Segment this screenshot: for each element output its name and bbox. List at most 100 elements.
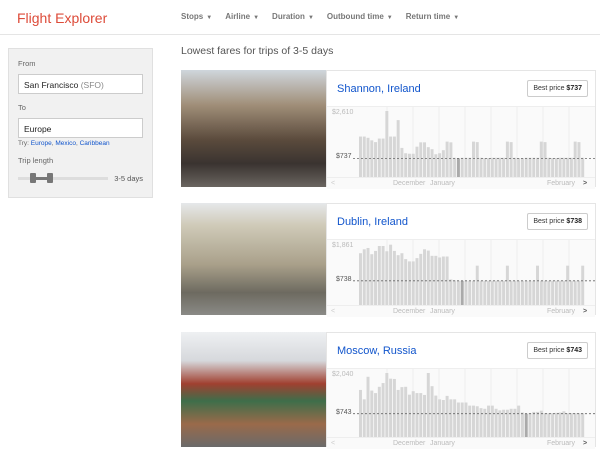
price-bar[interactable] xyxy=(426,250,430,305)
price-bar[interactable] xyxy=(411,391,415,437)
chevron-right-icon[interactable]: > xyxy=(583,180,587,187)
price-bar[interactable] xyxy=(494,280,498,305)
price-bar[interactable] xyxy=(483,408,487,437)
filter-airline[interactable]: Airline ▼ xyxy=(225,12,259,21)
price-bar[interactable] xyxy=(404,259,408,305)
price-bar[interactable] xyxy=(430,386,434,437)
result-card[interactable]: Moscow, Russia Best price $743 $2,040 $7… xyxy=(181,332,596,449)
result-card[interactable]: Dublin, Ireland Best price $738 $1,861 $… xyxy=(181,203,596,317)
price-bar[interactable] xyxy=(520,412,524,437)
price-bar[interactable] xyxy=(389,378,393,437)
price-bar[interactable] xyxy=(449,279,453,305)
price-bar[interactable] xyxy=(528,413,532,437)
best-price-button[interactable]: Best price $737 xyxy=(527,80,588,97)
price-bar[interactable] xyxy=(404,386,408,437)
price-bar[interactable] xyxy=(551,413,555,437)
price-bar[interactable] xyxy=(374,393,378,437)
price-bar[interactable] xyxy=(577,413,581,437)
price-bar[interactable] xyxy=(509,280,513,305)
destination-link[interactable]: Shannon, Ireland xyxy=(337,83,421,95)
price-bar[interactable] xyxy=(494,408,498,437)
price-bar[interactable] xyxy=(539,410,543,437)
price-bar[interactable] xyxy=(498,410,502,437)
price-bar[interactable] xyxy=(475,406,479,437)
price-bar[interactable] xyxy=(377,245,381,305)
price-bar[interactable] xyxy=(366,376,370,437)
price-bar[interactable] xyxy=(472,405,475,437)
price-bar[interactable] xyxy=(441,150,445,177)
price-bar[interactable] xyxy=(445,395,449,437)
price-bar[interactable] xyxy=(524,280,528,305)
price-bar[interactable] xyxy=(558,412,562,437)
price-bar[interactable] xyxy=(370,254,374,305)
price-bar[interactable] xyxy=(385,373,389,437)
price-bar[interactable] xyxy=(415,393,419,437)
price-bar[interactable] xyxy=(487,405,491,437)
try-link-mexico[interactable]: Mexico xyxy=(55,140,76,147)
price-bar[interactable] xyxy=(423,142,426,177)
price-bar[interactable] xyxy=(445,141,449,177)
price-bar[interactable] xyxy=(456,402,460,437)
price-bar[interactable] xyxy=(551,158,555,177)
slider-handle-max[interactable] xyxy=(47,173,53,183)
price-bar[interactable] xyxy=(362,249,366,305)
price-bar[interactable] xyxy=(479,408,483,437)
price-bar[interactable] xyxy=(498,157,502,177)
price-bar[interactable] xyxy=(453,280,457,305)
chevron-left-icon[interactable]: < xyxy=(331,308,335,315)
price-bar[interactable] xyxy=(464,280,468,305)
price-bar[interactable] xyxy=(374,250,378,305)
price-bar[interactable] xyxy=(389,244,393,305)
price-bar[interactable] xyxy=(566,413,570,437)
price-bar[interactable] xyxy=(517,405,521,437)
price-bar[interactable] xyxy=(558,157,562,177)
price-bar[interactable] xyxy=(543,280,547,305)
price-bar[interactable] xyxy=(577,142,581,177)
price-bar[interactable] xyxy=(524,157,528,177)
price-bar[interactable] xyxy=(460,280,464,305)
price-bar[interactable] xyxy=(547,157,551,177)
price-bar[interactable] xyxy=(362,136,366,177)
try-link-caribbean[interactable]: Caribbean xyxy=(80,140,110,147)
price-bar[interactable] xyxy=(407,394,411,437)
price-bar[interactable] xyxy=(475,265,479,305)
price-bar[interactable] xyxy=(419,253,423,305)
price-bar[interactable] xyxy=(483,158,487,177)
price-bar[interactable] xyxy=(411,261,415,305)
price-bar[interactable] xyxy=(438,399,442,437)
price-bar[interactable] xyxy=(566,157,570,177)
price-bar[interactable] xyxy=(490,157,494,177)
price-bar[interactable] xyxy=(464,402,468,437)
price-bar[interactable] xyxy=(400,387,404,437)
price-bar[interactable] xyxy=(502,280,506,305)
price-bar[interactable] xyxy=(509,142,513,177)
chevron-right-icon[interactable]: > xyxy=(583,440,587,447)
price-bar[interactable] xyxy=(569,413,573,437)
price-bar[interactable] xyxy=(487,280,491,305)
price-bar[interactable] xyxy=(581,157,585,177)
price-bar[interactable] xyxy=(532,411,536,437)
price-bar[interactable] xyxy=(407,153,411,177)
price-bar[interactable] xyxy=(532,280,536,305)
price-bar[interactable] xyxy=(434,395,438,437)
price-bar[interactable] xyxy=(539,141,543,177)
price-bar[interactable] xyxy=(472,280,475,305)
price-bar[interactable] xyxy=(449,142,453,177)
price-bar[interactable] xyxy=(415,258,419,305)
price-bar[interactable] xyxy=(468,280,472,305)
price-bar[interactable] xyxy=(524,413,528,437)
price-bar[interactable] xyxy=(392,136,396,177)
price-bar[interactable] xyxy=(362,399,366,437)
price-bar[interactable] xyxy=(475,142,479,177)
price-bar[interactable] xyxy=(374,142,378,177)
price-bar[interactable] xyxy=(487,158,491,177)
price-bar[interactable] xyxy=(532,157,536,177)
price-bar[interactable] xyxy=(517,280,521,305)
price-bar[interactable] xyxy=(449,399,453,437)
price-bar[interactable] xyxy=(505,265,509,305)
price-bar[interactable] xyxy=(573,141,577,177)
price-bar[interactable] xyxy=(389,136,393,177)
price-bar[interactable] xyxy=(581,413,585,437)
price-bar[interactable] xyxy=(377,138,381,177)
price-bar[interactable] xyxy=(536,157,539,177)
